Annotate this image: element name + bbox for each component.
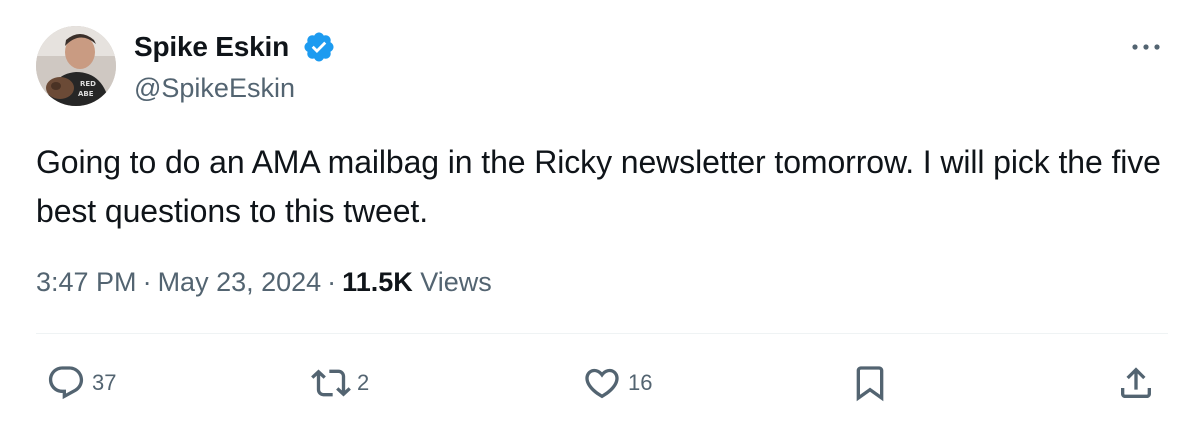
- views-count: 11.5K: [342, 267, 413, 297]
- reply-icon: [48, 366, 84, 400]
- bookmark-button[interactable]: [850, 361, 890, 405]
- more-options-icon[interactable]: [1126, 30, 1166, 64]
- reply-button[interactable]: 37: [46, 361, 116, 405]
- divider: [36, 333, 1168, 334]
- heart-icon: [585, 368, 619, 399]
- tweet-date[interactable]: May 23, 2024: [158, 267, 322, 297]
- avatar[interactable]: RED ABE: [36, 26, 116, 106]
- retweet-count: 2: [357, 370, 370, 395]
- views-label: Views: [420, 267, 492, 297]
- meta-separator: ·: [327, 267, 337, 297]
- tweet-card: RED ABE Spike Eskin @SpikeEskin Going to…: [0, 0, 1202, 436]
- profile-photo: RED ABE: [36, 26, 116, 106]
- svg-text:ABE: ABE: [78, 90, 94, 98]
- like-count: 16: [628, 370, 653, 395]
- svg-text:RED: RED: [80, 80, 96, 88]
- tweet-meta: 3:47 PM · May 23, 2024 · 11.5K Views: [36, 264, 492, 300]
- share-button[interactable]: [1116, 361, 1156, 405]
- retweet-icon: [311, 369, 351, 397]
- share-icon: [1121, 367, 1151, 398]
- reply-count: 37: [92, 370, 117, 395]
- verified-badge-icon[interactable]: [302, 30, 336, 64]
- tweet-time[interactable]: 3:47 PM: [36, 267, 137, 297]
- like-button[interactable]: 16: [582, 361, 652, 405]
- meta-separator: ·: [142, 267, 152, 297]
- author-display-name[interactable]: Spike Eskin: [134, 30, 289, 64]
- retweet-button[interactable]: 2: [311, 361, 369, 405]
- tweet-text: Going to do an AMA mailbag in the Ricky …: [36, 144, 1161, 229]
- bookmark-icon: [856, 366, 884, 402]
- author-handle[interactable]: @SpikeEskin: [134, 72, 295, 104]
